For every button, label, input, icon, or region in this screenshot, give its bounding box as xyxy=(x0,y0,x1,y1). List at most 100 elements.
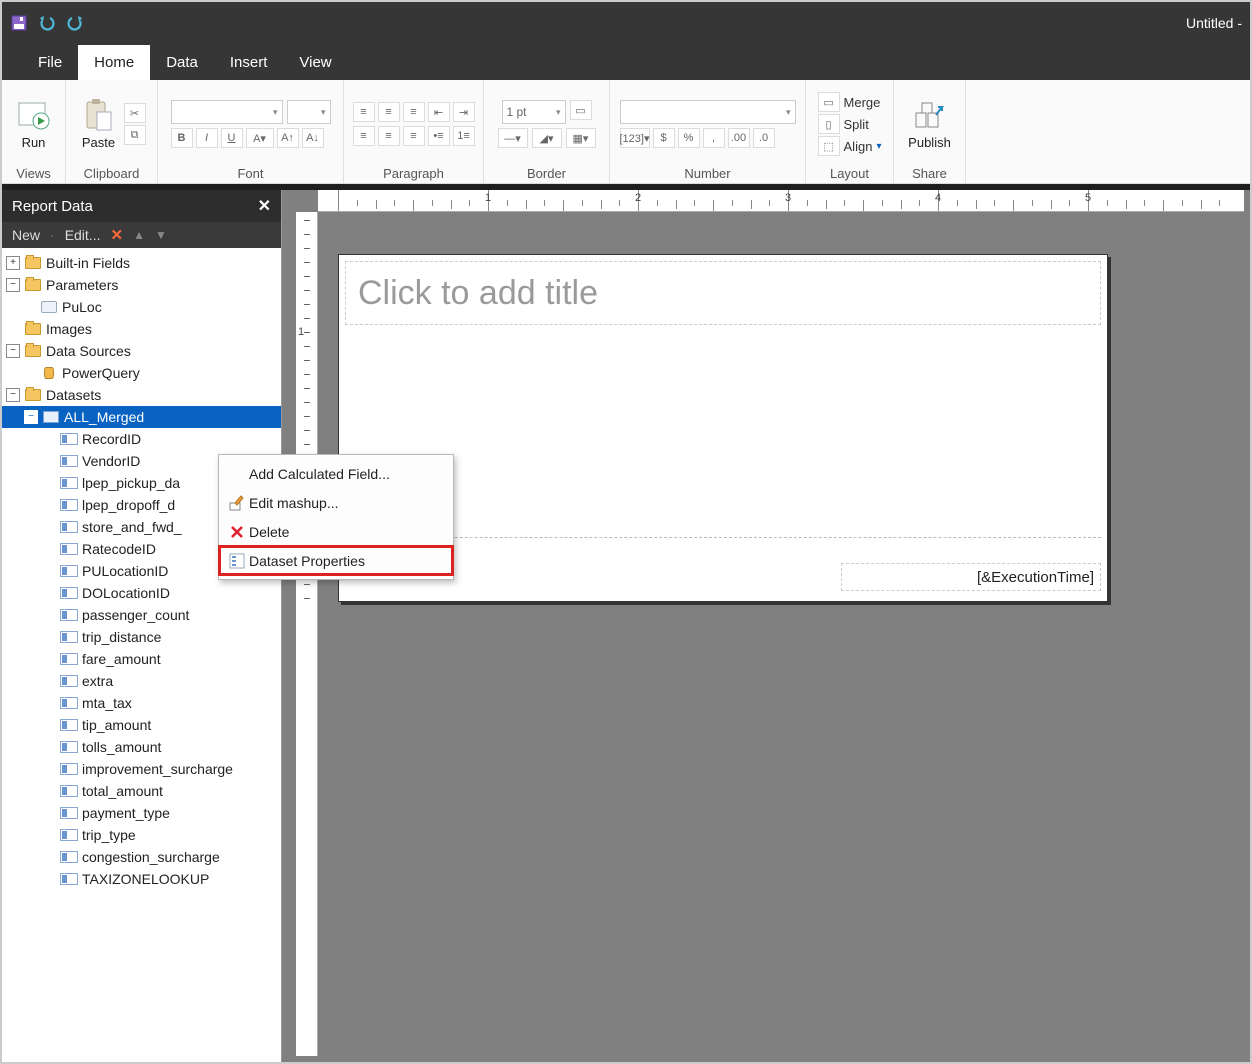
node-datasources[interactable]: −Data Sources xyxy=(2,340,281,362)
field-total_amount[interactable]: total_amount xyxy=(2,780,281,802)
node-builtins[interactable]: +Built-in Fields xyxy=(2,252,281,274)
field-icon xyxy=(60,719,78,731)
tab-data[interactable]: Data xyxy=(150,45,214,80)
tree: +Built-in Fields −Parameters PuLoc Image… xyxy=(2,248,281,1062)
move-down-icon[interactable]: ▼ xyxy=(155,228,167,242)
indent-icon[interactable]: ⇥ xyxy=(453,102,475,122)
border-style-icon[interactable]: ▭ xyxy=(570,100,592,120)
align-left-icon[interactable]: ≡ xyxy=(353,126,375,146)
field-fare_amount[interactable]: fare_amount xyxy=(2,648,281,670)
split-button[interactable]: ▯Split xyxy=(818,114,869,134)
folder-icon xyxy=(25,389,41,401)
font-color-icon[interactable]: A▾ xyxy=(246,128,274,148)
section-divider xyxy=(345,537,1101,538)
delete-icon[interactable]: ✕ xyxy=(110,226,123,244)
undo-icon[interactable] xyxy=(38,14,56,32)
field-icon xyxy=(60,851,78,863)
redo-icon[interactable] xyxy=(66,14,84,32)
edit-button[interactable]: Edit... xyxy=(65,227,101,243)
shrink-font-icon[interactable]: A↓ xyxy=(302,128,324,148)
number-format-combo[interactable]: ▾ xyxy=(620,100,796,124)
outdent-icon[interactable]: ⇤ xyxy=(428,102,450,122)
param-icon xyxy=(41,301,57,313)
node-parameters[interactable]: −Parameters xyxy=(2,274,281,296)
field-taxizonelookup[interactable]: TAXIZONELOOKUP xyxy=(2,868,281,890)
currency-icon[interactable]: $ xyxy=(653,128,675,148)
play-icon xyxy=(17,99,51,133)
grow-font-icon[interactable]: A↑ xyxy=(277,128,299,148)
menu-add-calc-field[interactable]: Add Calculated Field... xyxy=(219,459,453,488)
field-extra[interactable]: extra xyxy=(2,670,281,692)
align-bot-icon[interactable]: ≡ xyxy=(403,102,425,122)
move-up-icon[interactable]: ▲ xyxy=(133,228,145,242)
dec-decimal-icon[interactable]: .0 xyxy=(753,128,775,148)
node-puloc[interactable]: PuLoc xyxy=(2,296,281,318)
field-payment_type[interactable]: payment_type xyxy=(2,802,281,824)
font-size-combo[interactable]: ▾ xyxy=(287,100,331,124)
align-center-icon[interactable]: ≡ xyxy=(378,126,400,146)
group-number-label: Number xyxy=(684,166,730,181)
publish-button[interactable]: Publish xyxy=(904,99,955,150)
node-all-merged[interactable]: −ALL_Merged xyxy=(2,406,281,428)
field-trip_type[interactable]: trip_type xyxy=(2,824,281,846)
menu-delete[interactable]: Delete xyxy=(219,517,453,546)
tab-view[interactable]: View xyxy=(283,45,347,80)
footer-execution-time[interactable]: [&ExecutionTime] xyxy=(841,563,1101,591)
group-layout-label: Layout xyxy=(830,166,869,181)
datasource-icon xyxy=(44,367,54,379)
italic-icon[interactable]: I xyxy=(196,128,218,148)
align-top-icon[interactable]: ≡ xyxy=(353,102,375,122)
run-button[interactable]: Run xyxy=(13,99,55,150)
field-tip_amount[interactable]: tip_amount xyxy=(2,714,281,736)
title-bar: Untitled - xyxy=(2,2,1250,44)
border-width-combo[interactable]: 1 pt▾ xyxy=(502,100,566,124)
quick-access-toolbar xyxy=(10,14,84,32)
save-icon[interactable] xyxy=(10,14,28,32)
placeholder-icon[interactable]: [123]▾ xyxy=(620,128,650,148)
field-trip_distance[interactable]: trip_distance xyxy=(2,626,281,648)
copy-icon[interactable]: ⧉ xyxy=(124,125,146,145)
comma-icon[interactable]: , xyxy=(703,128,725,148)
field-icon xyxy=(60,433,78,445)
fill-color-icon[interactable]: ◢▾ xyxy=(532,128,562,148)
align-right-icon[interactable]: ≡ xyxy=(403,126,425,146)
node-powerquery[interactable]: PowerQuery xyxy=(2,362,281,384)
field-dolocationid[interactable]: DOLocationID xyxy=(2,582,281,604)
tab-file[interactable]: File xyxy=(22,45,78,80)
new-button[interactable]: New xyxy=(12,227,40,243)
percent-icon[interactable]: % xyxy=(678,128,700,148)
close-icon[interactable]: ✕ xyxy=(258,196,271,216)
field-icon xyxy=(60,499,78,511)
merge-button[interactable]: ▭Merge xyxy=(818,92,881,112)
paste-button[interactable]: Paste xyxy=(78,99,120,150)
bold-icon[interactable]: B xyxy=(171,128,193,148)
cut-icon[interactable]: ✂ xyxy=(124,103,146,123)
field-tolls_amount[interactable]: tolls_amount xyxy=(2,736,281,758)
inc-decimal-icon[interactable]: .00 xyxy=(728,128,750,148)
bullets-icon[interactable]: •≡ xyxy=(428,126,450,146)
field-improvement_surcharge[interactable]: improvement_surcharge xyxy=(2,758,281,780)
borders-icon[interactable]: ▦▾ xyxy=(566,128,596,148)
vertical-ruler: 1 xyxy=(296,212,318,1056)
field-mta_tax[interactable]: mta_tax xyxy=(2,692,281,714)
node-images[interactable]: Images xyxy=(2,318,281,340)
properties-icon xyxy=(225,553,249,569)
title-placeholder[interactable]: Click to add title xyxy=(345,261,1101,325)
underline-icon[interactable]: U xyxy=(221,128,243,148)
field-recordid[interactable]: RecordID xyxy=(2,428,281,450)
tab-insert[interactable]: Insert xyxy=(214,45,284,80)
align-mid-icon[interactable]: ≡ xyxy=(378,102,400,122)
field-congestion_surcharge[interactable]: congestion_surcharge xyxy=(2,846,281,868)
font-family-combo[interactable]: ▾ xyxy=(171,100,283,124)
field-passenger_count[interactable]: passenger_count xyxy=(2,604,281,626)
field-icon xyxy=(60,807,78,819)
menu-edit-mashup[interactable]: Edit mashup... xyxy=(219,488,453,517)
field-icon xyxy=(60,829,78,841)
tab-home[interactable]: Home xyxy=(78,45,150,80)
menu-dataset-properties[interactable]: Dataset Properties xyxy=(219,546,453,575)
node-datasets[interactable]: −Datasets xyxy=(2,384,281,406)
align-button[interactable]: ⬚Align ▾ xyxy=(818,136,882,156)
design-canvas[interactable]: 12345 1 Click to add title [&ExecutionTi… xyxy=(282,190,1250,1062)
numbering-icon[interactable]: 1≡ xyxy=(453,126,475,146)
line-color-icon[interactable]: —▾ xyxy=(498,128,528,148)
